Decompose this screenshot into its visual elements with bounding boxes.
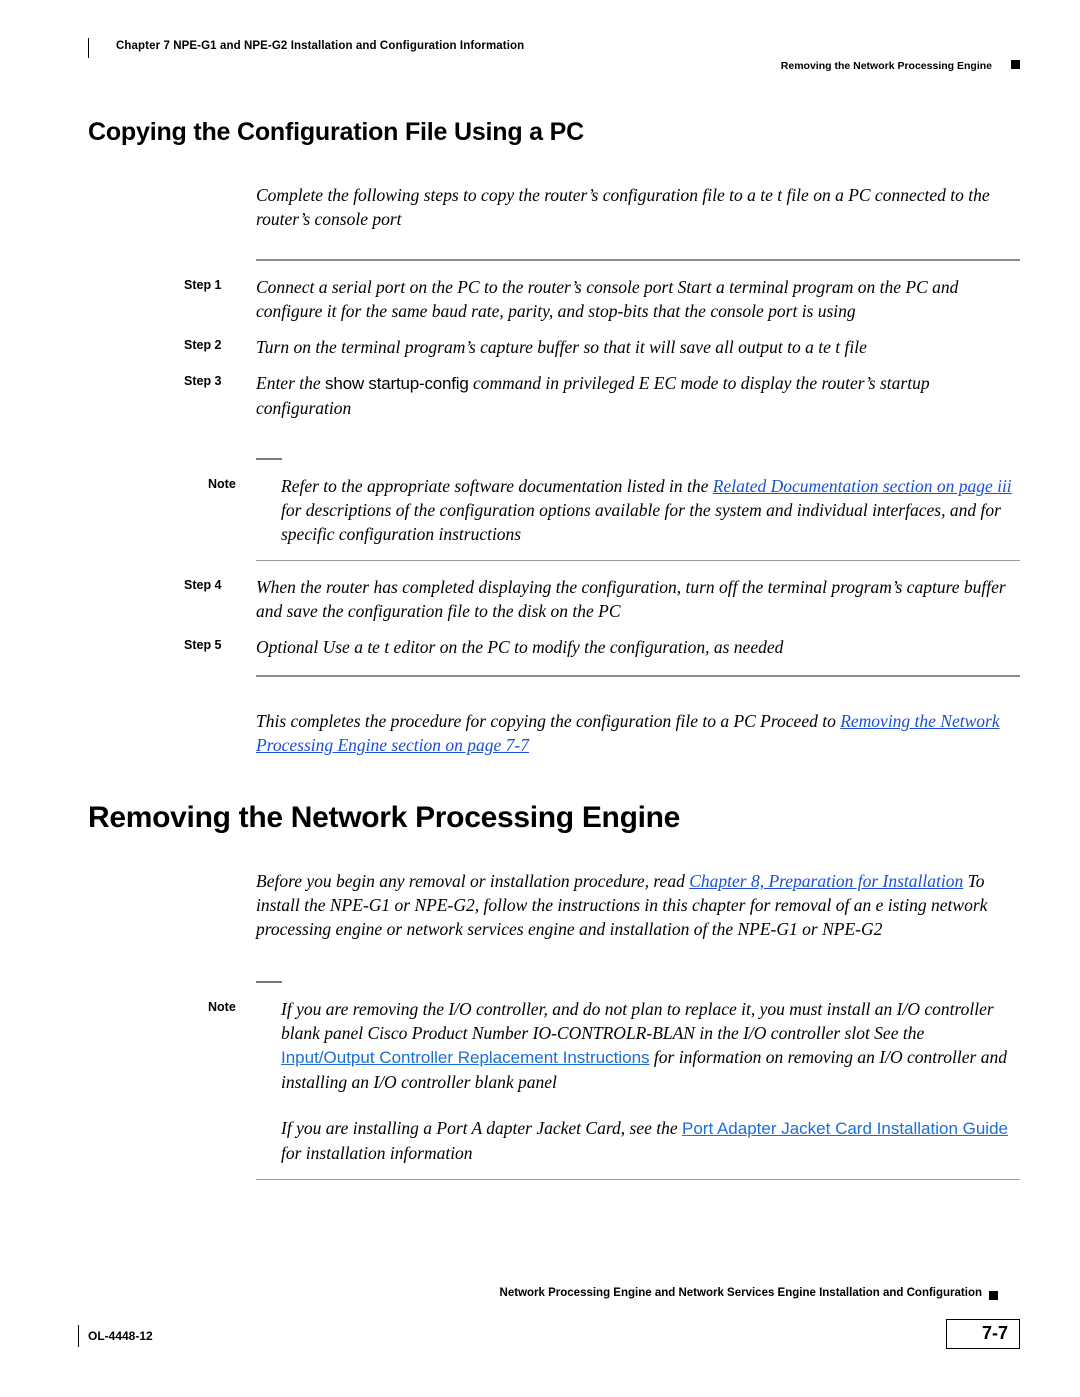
note-2-para1-lead: If you are removing the I/O controller, … [281,999,994,1043]
note-2-para1-link[interactable]: Input/Output Controller Replacement Inst… [281,1048,650,1067]
page-footer: Network Processing Engine and Network Se… [78,1287,1020,1357]
note-text-2-container: If you are removing the I/O controller, … [281,997,1020,1165]
step-row-2: Step 2 Turn on the terminal program’s ca… [88,335,1020,359]
section2-intro-lead: Before you begin any removal or installa… [256,871,690,891]
note-row-1: Note Refer to the appropriate software d… [88,474,1020,546]
step-text-4-container: When the router has completed displaying… [256,575,1020,623]
step-text-5: Optional Use a te t editor on the PC to … [256,637,784,657]
step-text-2: Turn on the terminal program’s capture b… [256,337,867,357]
note-row-2: Note If you are removing the I/O control… [88,997,1020,1165]
page-header: Chapter 7 NPE-G1 and NPE-G2 Installation… [88,34,1020,80]
step-label-2: Step 2 [184,338,222,352]
step-label-1: Step 1 [184,278,222,292]
steps-top-rule [256,259,1020,261]
header-running-head: Removing the Network Processing Engine [780,60,992,72]
step-row-1: Step 1 Connect a serial port on the PC t… [88,275,1020,323]
footer-document-number: OL-4448-12 [88,1329,153,1343]
section1-intro: Complete the following steps to copy the… [256,183,1020,231]
closing-lead: This completes the procedure for copying… [256,711,841,731]
note-1-tail: for descriptions of the configuration op… [281,500,1001,544]
step-row-3: Step 3 Enter the show startup-config com… [88,371,1020,420]
note-1-top-tick [256,458,282,460]
note-2-para2-lead: If you are installing a Port A dapter Ja… [281,1118,682,1138]
step-text-4: When the router has completed displaying… [256,577,1006,621]
step-text-1-container: Connect a serial port on the PC to the r… [256,275,1020,323]
note-2-para2-link[interactable]: Port Adapter Jacket Card Installation Gu… [682,1119,1008,1138]
note-2-bottom-rule [256,1179,1020,1180]
section-title-removing-npe: Removing the Network Processing Engine [88,801,681,834]
footer-left-rule [78,1325,79,1347]
footer-marker-square [989,1291,998,1300]
section1-closing: This completes the procedure for copying… [256,709,1020,757]
note-text-1-container: Refer to the appropriate software docume… [281,474,1020,546]
step-row-4: Step 4 When the router has completed dis… [88,575,1020,623]
step-label-4: Step 4 [184,578,222,592]
note-text-2-para1: If you are removing the I/O controller, … [281,997,1020,1094]
step-3-lead: Enter the [256,373,326,393]
step-label-5: Step 5 [184,638,222,652]
section2-intro-text: Before you begin any removal or installa… [256,869,1020,941]
steps-bottom-rule [256,675,1020,677]
step-label-3: Step 3 [184,374,222,388]
step-text-5-container: Optional Use a te t editor on the PC to … [256,635,1020,659]
note-label-1: Note [208,477,236,491]
step-3-command: show startup-config [325,374,469,393]
step-text-3-container: Enter the show startup-config command in… [256,371,1020,420]
footer-page-number: 7-7 [981,1323,1008,1343]
header-chapter-text: Chapter 7 NPE-G1 and NPE-G2 Installation… [116,40,525,52]
section-title-copying-config: Copying the Configuration File Using a P… [88,118,584,146]
section2-intro: Before you begin any removal or installa… [256,869,1020,941]
section1-intro-text: Complete the following steps to copy the… [256,185,990,229]
footer-running-text: Network Processing Engine and Network Se… [499,1287,982,1299]
step-text-2-container: Turn on the terminal program’s capture b… [256,335,1020,359]
note-label-2: Note [208,1000,236,1014]
header-left-rule [88,38,89,58]
note-text-1: Refer to the appropriate software docume… [281,474,1020,546]
step-text-3: Enter the show startup-config command in… [256,371,1020,420]
step-text-1: Connect a serial port on the PC to the r… [256,277,959,321]
header-marker-square [1011,60,1020,69]
note-1-lead: Refer to the appropriate software docume… [281,476,713,496]
page-content: Copying the Configuration File Using a P… [88,118,1020,1180]
note-text-2-para2: If you are installing a Port A dapter Ja… [281,1116,1020,1165]
note-2-para2-tail: for installation information [281,1143,473,1163]
section1-closing-text: This completes the procedure for copying… [256,709,1020,757]
section2-intro-link[interactable]: Chapter 8, Preparation for Installation [689,871,963,891]
note-1-bottom-rule [256,560,1020,561]
note-1-link[interactable]: Related Documentation section on page ii… [713,476,1012,496]
step-row-5: Step 5 Optional Use a te t editor on the… [88,635,1020,659]
note-2-top-tick [256,981,282,983]
